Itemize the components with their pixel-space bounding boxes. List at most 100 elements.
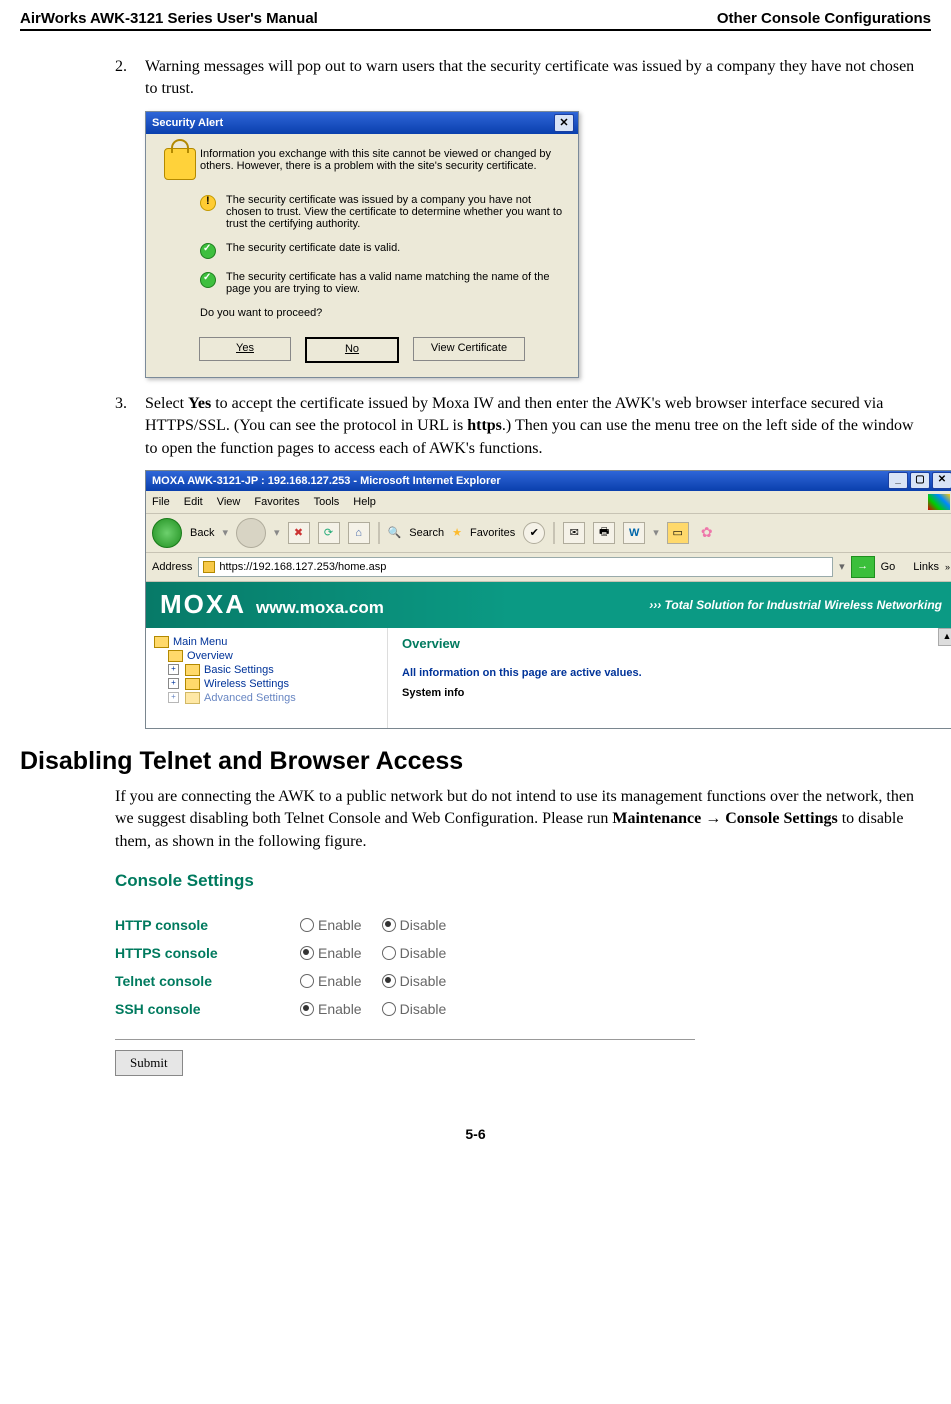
moxa-banner: MOXA www.moxa.com ››› Total Solution for… [146,582,951,628]
expand-icon[interactable]: + [168,678,179,689]
address-value: https://192.168.127.253/home.asp [219,558,386,576]
overview-panel: ▲ Overview All information on this page … [388,628,951,728]
favorites-star-icon[interactable]: ★ [452,526,462,539]
browser-titlebar: MOXA AWK-3121-JP : 192.168.127.253 - Mic… [146,471,951,491]
tree-advanced-settings[interactable]: +Advanced Settings [168,692,379,704]
page-header: AirWorks AWK-3121 Series User's Manual O… [20,10,931,31]
edit-icon[interactable]: W [623,522,645,544]
telnet-enable-radio[interactable] [300,974,314,988]
tree-overview[interactable]: Overview [168,650,379,662]
folder-icon [185,692,200,704]
folder-icon [154,636,169,648]
telnet-console-label: Telnet console [115,967,300,995]
ssh-enable-radio[interactable] [300,1002,314,1016]
favorites-label[interactable]: Favorites [470,527,515,539]
ssh-console-label: SSH console [115,995,300,1023]
row-telnet-console: Telnet console Enable Disable [115,967,466,995]
minimize-icon[interactable]: _ [888,472,908,489]
tree-basic-settings[interactable]: +Basic Settings [168,664,379,676]
print-icon[interactable]: 🖶 [593,522,615,544]
view-certificate-button[interactable]: View Certificate [413,337,525,361]
browser-addressbar: Address https://192.168.127.253/home.asp… [146,553,951,582]
yes-button[interactable]: Yes [199,337,291,361]
folder-icon [185,678,200,690]
cert-date-valid: The security certificate date is valid. [226,242,400,259]
close-icon[interactable]: ✕ [554,114,574,132]
step-2: 2. Warning messages will pop out to warn… [115,56,926,101]
row-ssh-console: SSH console Enable Disable [115,995,466,1023]
https-enable-radio[interactable] [300,946,314,960]
dialog-question: Do you want to proceed? [200,307,564,319]
back-label: Back [190,527,214,539]
nav-tree: Main Menu Overview +Basic Settings +Wire… [146,628,388,728]
header-left: AirWorks AWK-3121 Series User's Manual [20,10,318,27]
home-icon[interactable]: ⌂ [348,522,370,544]
menu-help[interactable]: Help [353,496,376,508]
folder-icon [185,664,200,676]
browser-menu: File Edit View Favorites Tools Help [146,491,951,514]
expand-icon[interactable]: + [168,692,179,703]
https-console-label: HTTPS console [115,939,300,967]
dialog-intro: Information you exchange with this site … [200,148,564,180]
folder-icon[interactable]: ▭ [667,522,689,544]
telnet-disable-radio[interactable] [382,974,396,988]
submit-button[interactable]: Submit [115,1050,183,1076]
menu-favorites[interactable]: Favorites [254,496,299,508]
expand-icon[interactable]: + [168,664,179,675]
moxa-logo: MOXA [160,589,246,620]
section-paragraph: If you are connecting the AWK to a publi… [20,786,931,853]
scroll-up-icon[interactable]: ▲ [938,628,951,646]
cert-warning-text: The security certificate was issued by a… [226,194,564,230]
lock-icon [164,148,196,180]
tree-wireless-settings[interactable]: +Wireless Settings [168,678,379,690]
ie-browser-window: MOXA AWK-3121-JP : 192.168.127.253 - Mic… [145,470,951,729]
page-number: 5-6 [20,1126,931,1142]
no-button[interactable]: No [305,337,399,363]
step-2-text: Warning messages will pop out to warn us… [145,56,926,101]
check-icon [200,272,216,288]
http-enable-radio[interactable] [300,918,314,932]
menu-file[interactable]: File [152,496,170,508]
go-label: Go [881,561,896,573]
browser-toolbar: Back ▾ ▾ ✖ ⟳ ⌂ 🔍 Search ★ Favorites ✔ ✉ … [146,514,951,553]
security-alert-dialog: Security Alert ✕ Information you exchang… [145,111,579,378]
mail-icon[interactable]: ✉ [563,522,585,544]
messenger-icon[interactable]: ✿ [697,523,717,543]
tree-main-menu[interactable]: Main Menu [154,636,379,648]
links-label[interactable]: Links [913,561,939,573]
address-label: Address [152,561,192,573]
ssh-disable-radio[interactable] [382,1002,396,1016]
step-3-text: Select Yes to accept the certificate iss… [145,393,926,460]
refresh-icon[interactable]: ⟳ [318,522,340,544]
divider [115,1039,695,1040]
search-label[interactable]: Search [409,527,444,539]
go-button[interactable]: → [851,556,875,578]
warning-icon [200,195,216,211]
row-https-console: HTTPS console Enable Disable [115,939,466,967]
console-settings-title: Console Settings [115,871,695,891]
panel-title: Overview [402,636,942,651]
header-right: Other Console Configurations [717,10,931,27]
http-console-label: HTTP console [115,911,300,939]
system-info-label: System info [402,687,942,699]
https-disable-radio[interactable] [382,946,396,960]
search-icon[interactable]: 🔍 [388,526,402,539]
moxa-tagline: ››› Total Solution for Industrial Wirele… [649,598,942,612]
padlock-icon [203,561,215,573]
menu-edit[interactable]: Edit [184,496,203,508]
http-disable-radio[interactable] [382,918,396,932]
media-icon[interactable]: ✔ [523,522,545,544]
stop-icon[interactable]: ✖ [288,522,310,544]
dialog-title: Security Alert [152,117,223,129]
close-icon[interactable]: ✕ [932,472,951,489]
menu-tools[interactable]: Tools [314,496,340,508]
menu-view[interactable]: View [217,496,241,508]
address-input[interactable]: https://192.168.127.253/home.asp [198,557,833,577]
maximize-icon[interactable]: ▢ [910,472,930,489]
folder-icon [168,650,183,662]
forward-button[interactable] [236,518,266,548]
browser-title: MOXA AWK-3121-JP : 192.168.127.253 - Mic… [152,475,501,487]
step-2-number: 2. [115,56,145,101]
row-http-console: HTTP console Enable Disable [115,911,466,939]
back-button[interactable] [152,518,182,548]
